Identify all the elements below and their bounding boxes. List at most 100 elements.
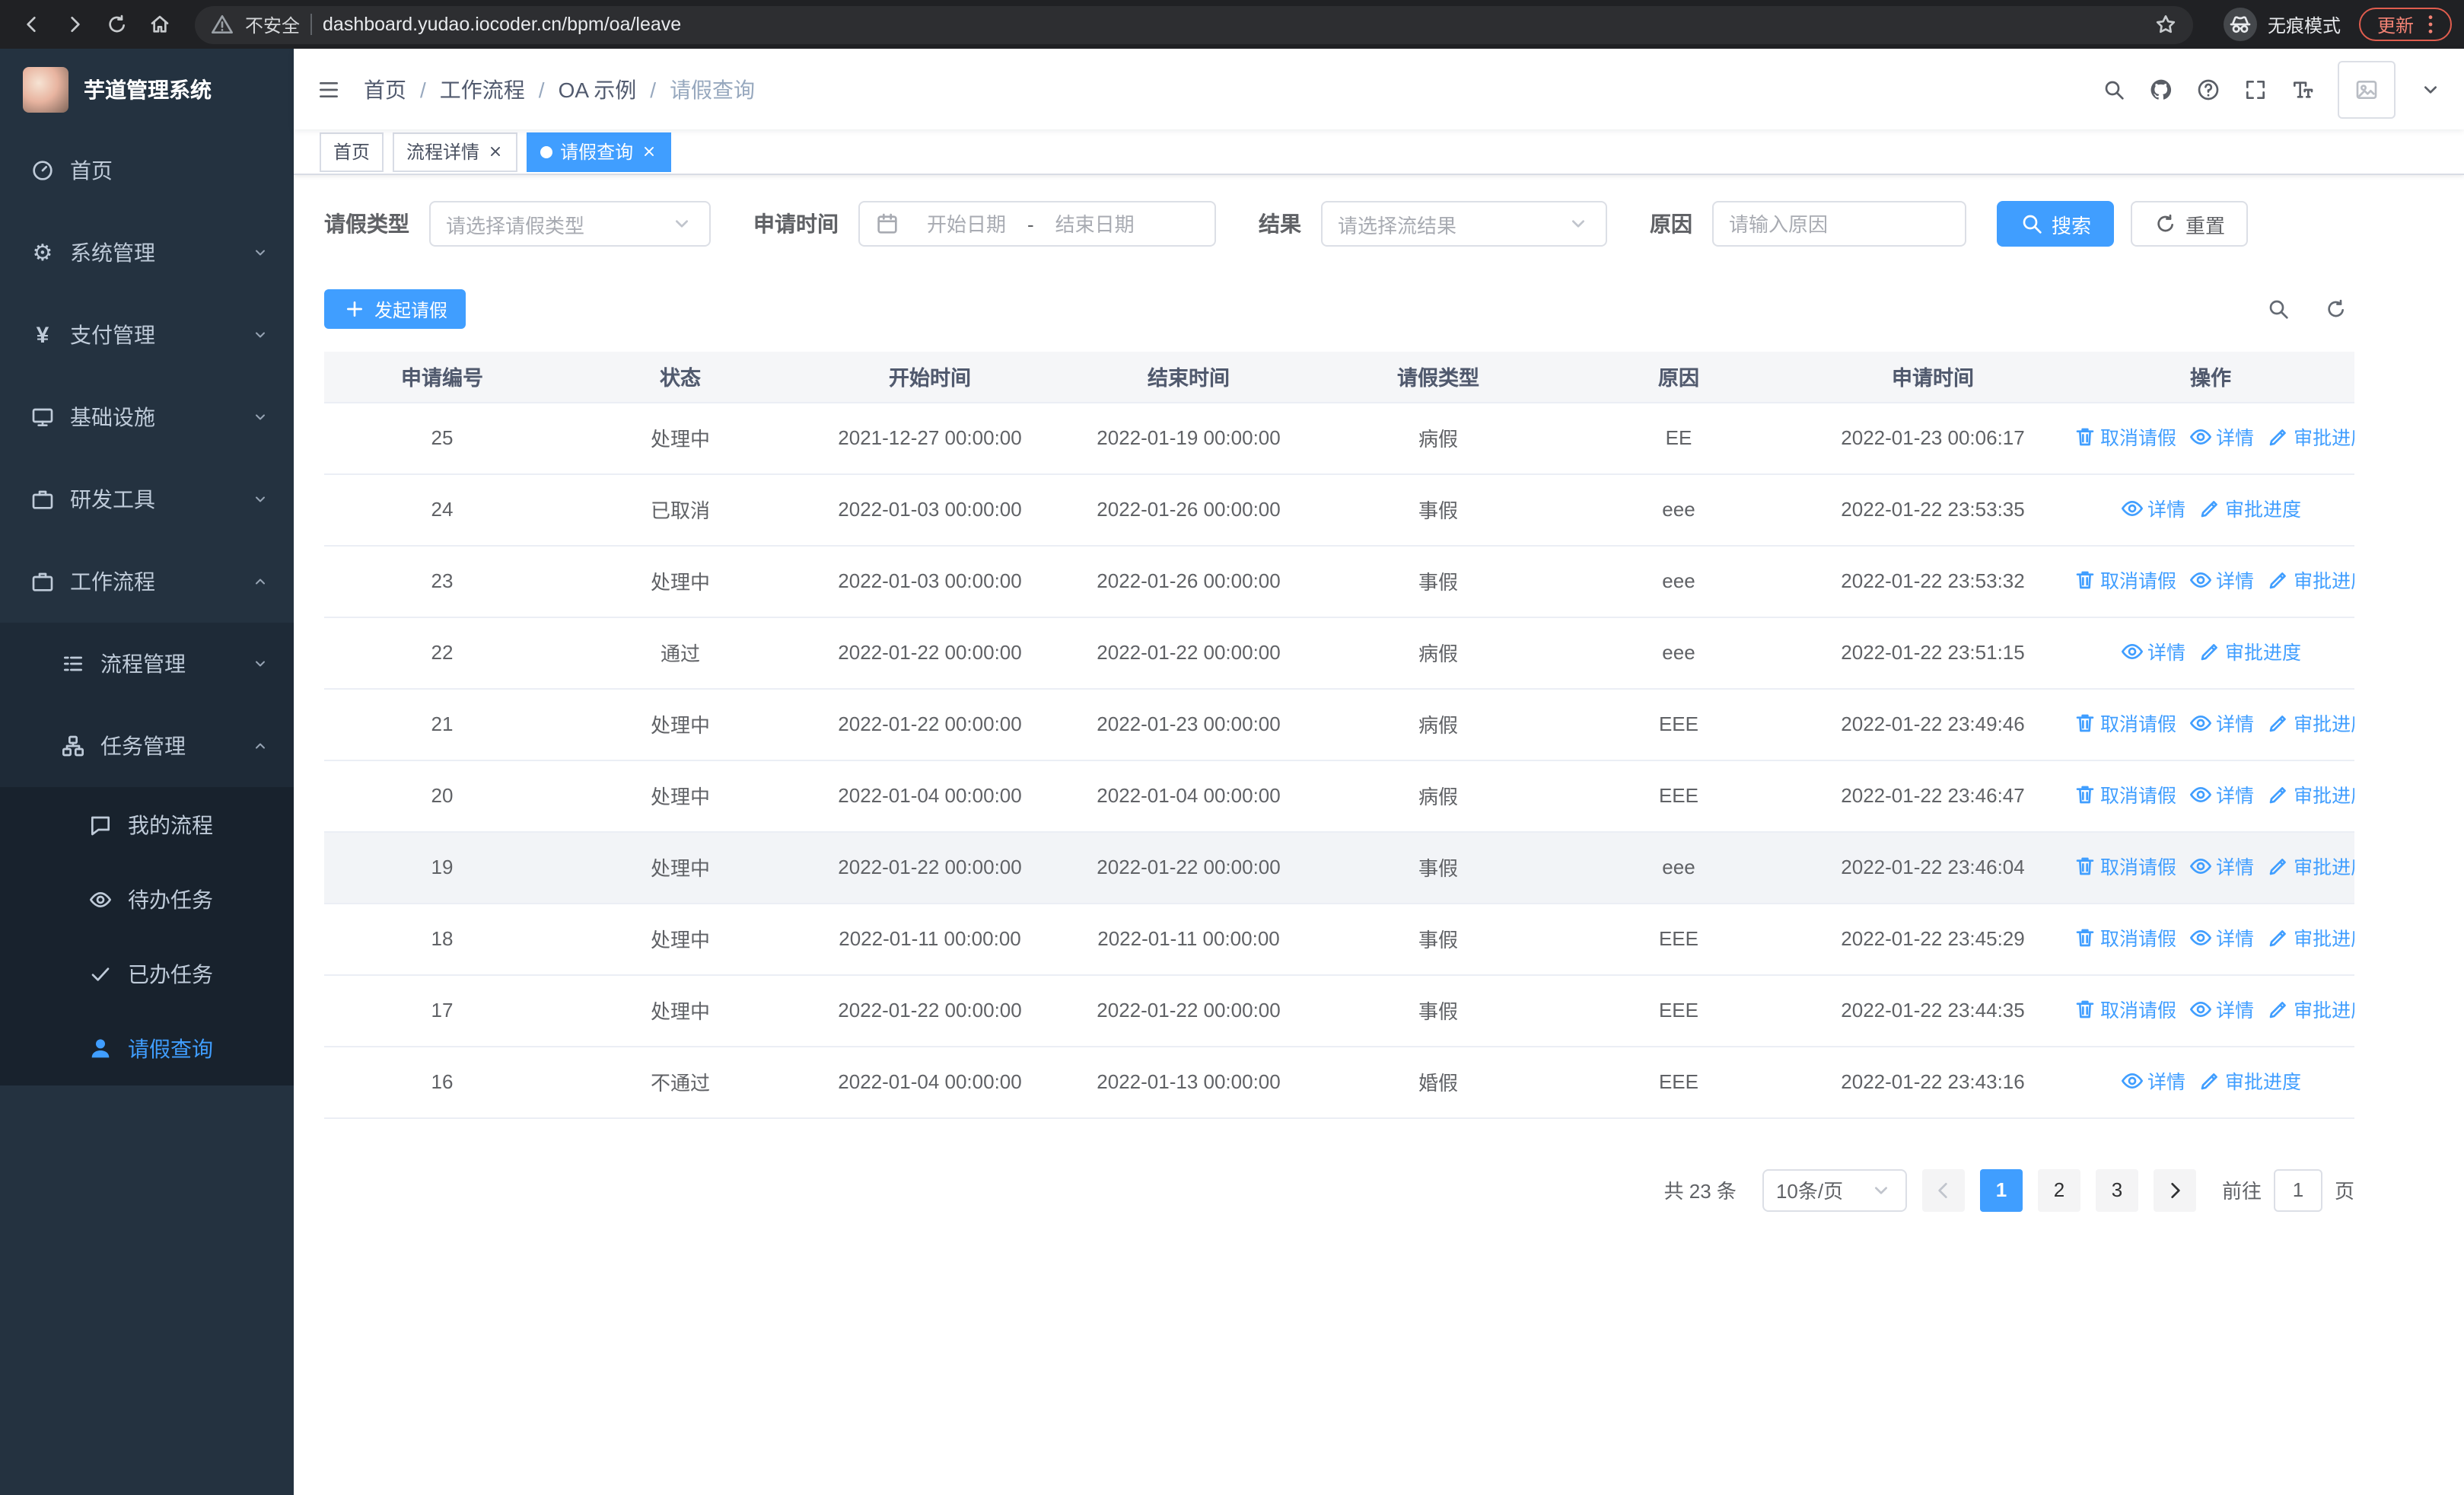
detail-link[interactable]: 详情 bbox=[2189, 566, 2254, 594]
cancel-leave-link[interactable]: 取消请假 bbox=[2073, 709, 2176, 738]
leave-type-select[interactable]: 请选择请假类型 bbox=[429, 201, 711, 247]
sidebar-item-workflow[interactable]: 工作流程 bbox=[0, 540, 294, 623]
reload-button[interactable] bbox=[97, 5, 137, 44]
sidebar-item-todo-tasks[interactable]: 待办任务 bbox=[0, 862, 294, 936]
close-icon[interactable] bbox=[641, 143, 657, 160]
progress-link[interactable]: 审批进度 bbox=[2198, 494, 2301, 523]
progress-link[interactable]: 审批进度 bbox=[2198, 637, 2301, 666]
page-size-select[interactable]: 10条/页 bbox=[1762, 1168, 1907, 1211]
cell-apply-time: 2022-01-22 23:53:32 bbox=[1799, 545, 2067, 617]
end-date-input[interactable] bbox=[1036, 212, 1153, 235]
update-button[interactable]: 更新 bbox=[2358, 8, 2452, 41]
page-size-value: 10条/页 bbox=[1775, 1180, 1844, 1203]
sidebar-item-dev-tools[interactable]: 研发工具 bbox=[0, 458, 294, 540]
github-button[interactable] bbox=[2149, 77, 2173, 101]
progress-link[interactable]: 审批进度 bbox=[2266, 566, 2354, 594]
result-select[interactable]: 请选择流结果 bbox=[1321, 201, 1607, 247]
reason-field[interactable] bbox=[1712, 201, 1966, 247]
forward-button[interactable] bbox=[55, 5, 94, 44]
detail-link[interactable]: 详情 bbox=[2189, 709, 2254, 738]
sidebar-item-infrastructure[interactable]: 基础设施 bbox=[0, 376, 294, 458]
cell-end-time: 2022-01-04 00:00:00 bbox=[1059, 760, 1318, 832]
url-text[interactable]: dashboard.yudao.iocoder.cn/bpm/oa/leave bbox=[323, 14, 2143, 35]
menu-dots-icon[interactable] bbox=[2418, 12, 2443, 37]
col-end-time: 结束时间 bbox=[1059, 352, 1318, 403]
table-row: 24 已取消 2022-01-03 00:00:00 2022-01-26 00:00… bbox=[324, 473, 2354, 546]
close-icon[interactable] bbox=[487, 143, 504, 160]
header-search-button[interactable] bbox=[2102, 77, 2126, 101]
detail-link[interactable]: 详情 bbox=[2120, 637, 2185, 666]
sidebar-item-home[interactable]: 首页 bbox=[0, 129, 294, 212]
tab-process-detail[interactable]: 流程详情 bbox=[393, 132, 518, 171]
cancel-leave-link[interactable]: 取消请假 bbox=[2073, 852, 2176, 881]
cancel-leave-link[interactable]: 取消请假 bbox=[2073, 566, 2176, 594]
home-button[interactable] bbox=[140, 5, 180, 44]
sidebar-item-task-mgmt[interactable]: 任务管理 bbox=[0, 705, 294, 787]
sidebar-item-my-processes[interactable]: 我的流程 bbox=[0, 787, 294, 862]
app-logo[interactable]: 芋道管理系统 bbox=[0, 49, 294, 129]
page-button-3[interactable]: 3 bbox=[2095, 1168, 2138, 1211]
sidebar-item-system-mgmt[interactable]: ⚙ 系统管理 bbox=[0, 212, 294, 294]
progress-link[interactable]: 审批进度 bbox=[2266, 995, 2354, 1024]
briefcase-icon bbox=[30, 569, 55, 594]
cancel-leave-link[interactable]: 取消请假 bbox=[2073, 780, 2176, 809]
apply-time-range-picker[interactable]: - bbox=[858, 201, 1216, 247]
sidebar-item-label: 研发工具 bbox=[70, 487, 155, 512]
progress-link[interactable]: 审批进度 bbox=[2266, 780, 2354, 809]
eye-icon bbox=[2189, 568, 2213, 592]
goto-page-input[interactable] bbox=[2273, 1168, 2322, 1211]
col-apply-time: 申请时间 bbox=[1799, 352, 2067, 403]
cancel-leave-link[interactable]: 取消请假 bbox=[2073, 923, 2176, 952]
fullscreen-icon bbox=[2243, 77, 2268, 101]
sidebar-item-label: 已办任务 bbox=[128, 961, 213, 986]
search-toggle-button[interactable] bbox=[2266, 297, 2291, 321]
incognito-icon bbox=[2223, 8, 2257, 41]
cancel-leave-link[interactable]: 取消请假 bbox=[2073, 422, 2176, 451]
progress-link[interactable]: 审批进度 bbox=[2266, 709, 2354, 738]
tab-leave-query[interactable]: 请假查询 bbox=[527, 132, 672, 171]
detail-link[interactable]: 详情 bbox=[2189, 780, 2254, 809]
security-label[interactable]: 不安全 bbox=[245, 11, 300, 37]
avatar[interactable] bbox=[2338, 60, 2396, 118]
help-button[interactable] bbox=[2196, 77, 2220, 101]
fullscreen-button[interactable] bbox=[2243, 77, 2268, 101]
user-menu-caret[interactable] bbox=[2418, 77, 2443, 101]
page-button-1[interactable]: 1 bbox=[1979, 1168, 2023, 1211]
progress-link[interactable]: 审批进度 bbox=[2266, 923, 2354, 952]
sidebar-toggle-button[interactable] bbox=[294, 77, 364, 101]
cancel-leave-link[interactable]: 取消请假 bbox=[2073, 995, 2176, 1024]
detail-link[interactable]: 详情 bbox=[2189, 995, 2254, 1024]
search-button-label: 搜索 bbox=[2052, 214, 2092, 237]
font-size-button[interactable] bbox=[2291, 77, 2315, 101]
address-bar[interactable]: 不安全 dashboard.yudao.iocoder.cn/bpm/oa/le… bbox=[195, 5, 2193, 43]
page-button-2[interactable]: 2 bbox=[2037, 1168, 2080, 1211]
bookmark-star-icon[interactable] bbox=[2154, 12, 2178, 37]
sidebar-item-label: 待办任务 bbox=[128, 887, 213, 911]
sidebar-item-payment-mgmt[interactable]: ¥ 支付管理 bbox=[0, 294, 294, 376]
table-refresh-button[interactable] bbox=[2324, 297, 2348, 321]
progress-link[interactable]: 审批进度 bbox=[2266, 422, 2354, 451]
chevron-down-icon bbox=[1566, 212, 1590, 236]
search-button[interactable]: 搜索 bbox=[1997, 201, 2115, 247]
detail-link[interactable]: 详情 bbox=[2120, 494, 2185, 523]
sidebar-item-leave-query[interactable]: 请假查询 bbox=[0, 1011, 294, 1085]
progress-link[interactable]: 审批进度 bbox=[2266, 852, 2354, 881]
create-leave-button[interactable]: 发起请假 bbox=[324, 289, 466, 329]
detail-link[interactable]: 详情 bbox=[2189, 852, 2254, 881]
sidebar-item-process-mgmt[interactable]: 流程管理 bbox=[0, 623, 294, 705]
start-date-input[interactable] bbox=[909, 212, 1024, 235]
next-page-button[interactable] bbox=[2153, 1168, 2196, 1211]
detail-link[interactable]: 详情 bbox=[2120, 1066, 2185, 1095]
reset-button[interactable]: 重置 bbox=[2131, 201, 2249, 247]
col-start-time: 开始时间 bbox=[801, 352, 1059, 403]
detail-link[interactable]: 详情 bbox=[2189, 923, 2254, 952]
back-button[interactable] bbox=[12, 5, 52, 44]
search-icon bbox=[2102, 77, 2126, 101]
detail-link[interactable]: 详情 bbox=[2189, 422, 2254, 451]
sidebar-item-done-tasks[interactable]: 已办任务 bbox=[0, 936, 294, 1011]
progress-link[interactable]: 审批进度 bbox=[2198, 1066, 2301, 1095]
tab-home[interactable]: 首页 bbox=[320, 132, 384, 171]
breadcrumb-item[interactable]: 首页 bbox=[364, 74, 406, 104]
prev-page-button[interactable] bbox=[1921, 1168, 1965, 1211]
reason-input[interactable] bbox=[1729, 212, 1950, 235]
